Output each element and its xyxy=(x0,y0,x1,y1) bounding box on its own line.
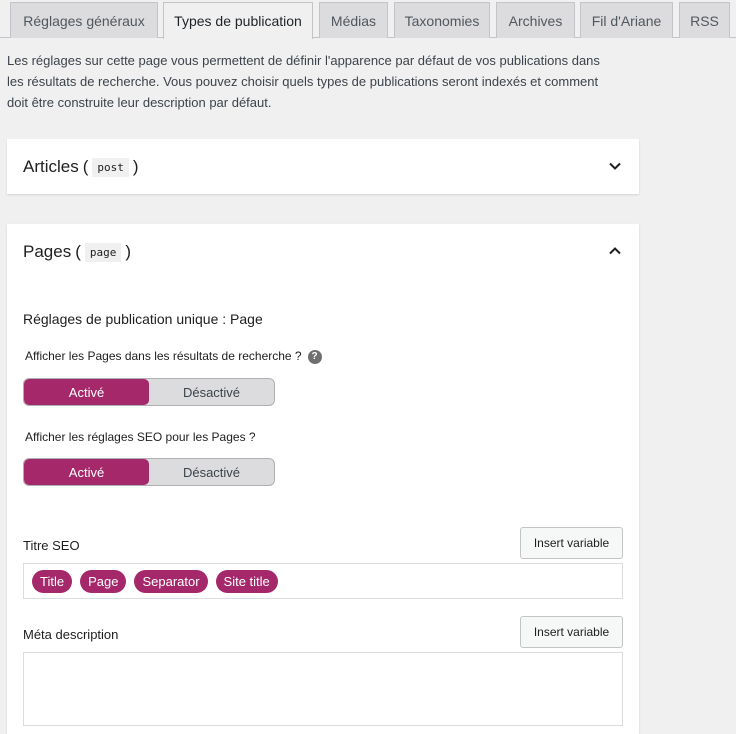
tab-general-settings[interactable]: Réglages généraux xyxy=(10,2,158,38)
pages-panel-title: Pages ( page ) xyxy=(23,242,132,262)
meta-description-editor[interactable] xyxy=(23,652,623,726)
tab-bar: Réglages généraux Types de publication M… xyxy=(0,0,736,39)
help-icon[interactable]: ? xyxy=(307,349,322,364)
tab-rss[interactable]: RSS xyxy=(679,2,730,38)
show-seo-settings-on-option[interactable]: Activé xyxy=(24,459,149,485)
show-in-search-off-option[interactable]: Désactivé xyxy=(149,379,274,405)
intro-text: Les réglages sur cette page vous permett… xyxy=(7,53,600,110)
seo-title-label: Titre SEO xyxy=(23,538,80,553)
pages-panel: Pages ( page ) Réglages de publication u… xyxy=(7,224,639,734)
tab-archives[interactable]: Archives xyxy=(496,2,575,38)
show-seo-settings-label: Afficher les réglages SEO pour les Pages… xyxy=(25,430,256,444)
chevron-down-icon[interactable] xyxy=(608,159,622,173)
seo-title-insert-variable-button[interactable]: Insert variable xyxy=(520,527,623,559)
pages-panel-header[interactable]: Pages ( page ) xyxy=(7,224,639,279)
variable-pill-separator[interactable]: Separator xyxy=(134,570,208,593)
page-type-code: page xyxy=(84,242,122,262)
show-seo-settings-off-option[interactable]: Désactivé xyxy=(149,459,274,485)
tab-taxonomies[interactable]: Taxonomies xyxy=(394,2,490,38)
variable-pill-title[interactable]: Title xyxy=(32,570,73,593)
chevron-up-icon[interactable] xyxy=(608,244,622,258)
seo-title-editor[interactable]: Title Page Separator Site title xyxy=(23,563,623,599)
post-type-code: post xyxy=(92,157,129,177)
articles-panel-header[interactable]: Articles ( post ) xyxy=(7,139,639,194)
meta-description-insert-variable-button[interactable]: Insert variable xyxy=(520,616,623,648)
tab-post-types[interactable]: Types de publication xyxy=(163,2,313,39)
variable-pill-site-title[interactable]: Site title xyxy=(215,570,278,593)
articles-panel: Articles ( post ) xyxy=(7,139,639,194)
show-in-search-toggle: Activé Désactivé xyxy=(23,378,275,406)
show-seo-settings-toggle: Activé Désactivé xyxy=(23,458,275,486)
variable-pill-page[interactable]: Page xyxy=(80,570,127,593)
articles-panel-title: Articles ( post ) xyxy=(23,157,139,177)
tab-media[interactable]: Médias xyxy=(319,2,388,38)
meta-description-label: Méta description xyxy=(23,627,119,642)
show-in-search-label: Afficher les Pages dans les résultats de… xyxy=(25,349,322,364)
tab-breadcrumbs[interactable]: Fil d'Ariane xyxy=(580,2,673,38)
single-post-settings-heading: Réglages de publication unique : Page xyxy=(23,311,263,327)
show-in-search-on-option[interactable]: Activé xyxy=(24,379,149,405)
seo-title-variables: Title Page Separator Site title xyxy=(32,570,278,593)
